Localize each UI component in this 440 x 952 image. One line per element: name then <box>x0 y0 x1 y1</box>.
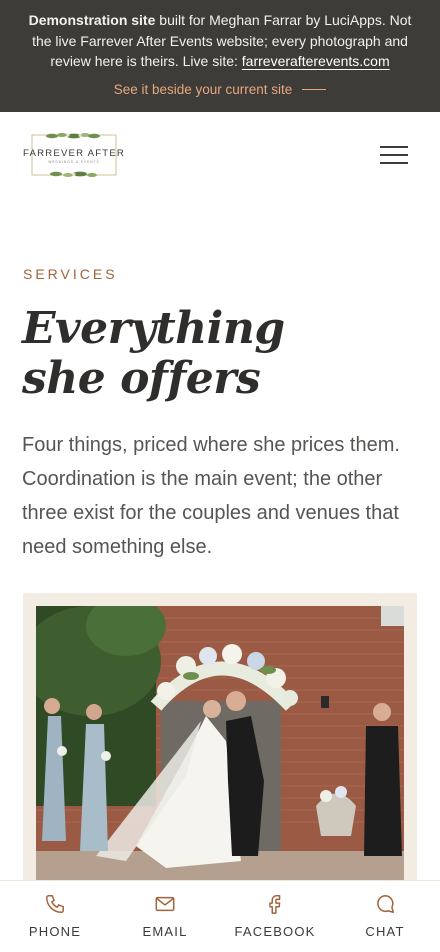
logo-leaves-bottom <box>50 171 97 177</box>
chat-icon <box>377 895 394 913</box>
hamburger-menu-icon[interactable] <box>380 146 408 166</box>
site-header: FARREVER AFTER WEDDINGS & EVENTS <box>0 112 440 198</box>
page-title-line-2: she offers <box>22 353 261 404</box>
logo-tagline: WEDDINGS & EVENTS <box>48 160 99 164</box>
email-button[interactable]: EMAIL <box>110 881 220 952</box>
facebook-icon <box>269 895 281 914</box>
logo[interactable]: FARREVER AFTER WEDDINGS & EVENTS <box>22 132 126 178</box>
menu-line <box>380 154 408 156</box>
logo-leaves-top <box>46 133 100 139</box>
banner-text: Demonstration site built for Meghan Farr… <box>18 10 422 72</box>
email-icon <box>155 896 175 912</box>
email-label: EMAIL <box>142 924 188 939</box>
chat-button[interactable]: CHAT <box>330 881 440 952</box>
page-title-line-1: Everything <box>22 303 285 354</box>
banner-strong: Demonstration site <box>28 12 156 28</box>
phone-button[interactable]: PHONE <box>0 881 110 952</box>
section-eyebrow: SERVICES <box>23 266 118 282</box>
chat-label: CHAT <box>365 924 405 939</box>
demo-banner: Demonstration site built for Meghan Farr… <box>0 0 440 112</box>
live-site-link[interactable]: farreverafterevents.com <box>242 53 390 69</box>
arrow-line-icon <box>302 88 327 90</box>
page-title: Everything she offers <box>22 304 285 404</box>
photo-card <box>23 593 417 893</box>
facebook-button[interactable]: FACEBOOK <box>220 881 330 952</box>
phone-icon <box>46 895 64 913</box>
facebook-label: FACEBOOK <box>234 924 316 939</box>
menu-line <box>380 162 408 164</box>
wedding-photo <box>36 606 404 886</box>
compare-link-label: See it beside your current site <box>113 81 293 97</box>
compare-link[interactable]: See it beside your current site <box>18 82 422 97</box>
menu-line <box>380 146 408 148</box>
intro-paragraph: Four things, priced where she prices the… <box>22 434 400 558</box>
bottom-contact-bar: PHONE EMAIL FACEBOOK CHAT <box>0 880 440 952</box>
phone-label: PHONE <box>28 924 82 939</box>
logo-wordmark: FARREVER AFTER <box>23 148 125 159</box>
